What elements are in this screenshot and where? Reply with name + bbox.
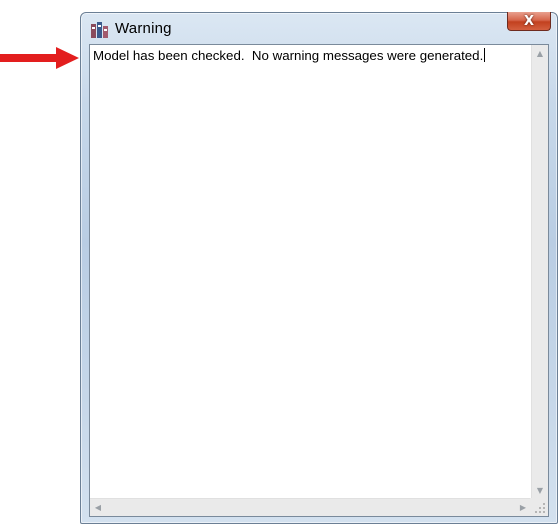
message-text-value: Model has been checked. No warning messa… <box>93 48 484 63</box>
scroll-right-arrow-icon[interactable]: ▶ <box>515 499 531 516</box>
red-annotation-arrow-icon <box>0 47 79 69</box>
scroll-down-arrow-icon[interactable]: ▼ <box>532 482 548 499</box>
size-grip-icon[interactable] <box>530 498 548 516</box>
app-icon <box>91 22 108 38</box>
close-icon: X <box>523 13 535 29</box>
window-title: Warning <box>115 20 172 37</box>
scroll-left-arrow-icon[interactable]: ◀ <box>90 499 106 516</box>
screenshot-stage: Warning X Model has been checked. No war… <box>0 0 559 525</box>
message-text-area[interactable]: Model has been checked. No warning messa… <box>89 44 549 517</box>
message-text: Model has been checked. No warning messa… <box>93 48 525 64</box>
close-button[interactable]: X <box>507 12 551 31</box>
title-bar[interactable]: Warning X <box>81 12 557 43</box>
text-caret <box>484 48 486 62</box>
horizontal-scrollbar[interactable]: ◀ ▶ <box>90 498 531 516</box>
scroll-up-arrow-icon[interactable]: ▲ <box>532 45 548 62</box>
vertical-scrollbar[interactable]: ▲ ▼ <box>531 45 548 499</box>
warning-dialog: Warning X Model has been checked. No war… <box>80 12 558 524</box>
